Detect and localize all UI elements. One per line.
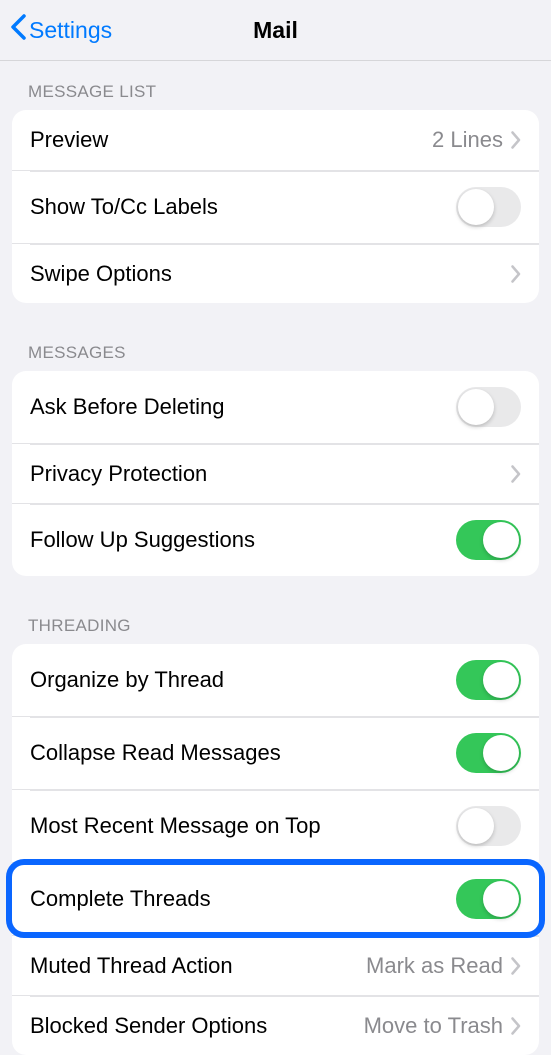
chevron-right-icon (511, 1017, 521, 1035)
row-detail: Mark as Read (366, 953, 503, 979)
toggle-organize-by-thread[interactable] (456, 660, 521, 700)
list-group-threading: Organize by Thread Collapse Read Message… (12, 644, 539, 1055)
row-follow-up-suggestions[interactable]: Follow Up Suggestions (12, 503, 539, 576)
row-label: Organize by Thread (30, 667, 456, 693)
row-accessory: Mark as Read (366, 953, 521, 979)
toggle-ask-before-deleting[interactable] (456, 387, 521, 427)
chevron-right-icon (511, 957, 521, 975)
row-label: Ask Before Deleting (30, 394, 456, 420)
row-accessory: Move to Trash (364, 1013, 521, 1039)
row-label: Privacy Protection (30, 461, 511, 487)
list-group-messages: Ask Before Deleting Privacy Protection F… (12, 371, 539, 576)
chevron-left-icon (10, 14, 27, 46)
row-label: Muted Thread Action (30, 953, 366, 979)
back-button[interactable]: Settings (10, 14, 112, 46)
list-group-message-list: Preview 2 Lines Show To/Cc Labels Swipe … (12, 110, 539, 303)
row-muted-thread-action[interactable]: Muted Thread Action Mark as Read (12, 935, 539, 995)
row-label: Follow Up Suggestions (30, 527, 456, 553)
row-label: Swipe Options (30, 261, 511, 287)
row-most-recent-on-top[interactable]: Most Recent Message on Top (12, 789, 539, 862)
toggle-show-tocc[interactable] (456, 187, 521, 227)
row-label: Show To/Cc Labels (30, 194, 456, 220)
row-label: Blocked Sender Options (30, 1013, 364, 1039)
row-ask-before-deleting[interactable]: Ask Before Deleting (12, 371, 539, 443)
row-organize-by-thread[interactable]: Organize by Thread (12, 644, 539, 716)
toggle-collapse-read-messages[interactable] (456, 733, 521, 773)
row-detail: Move to Trash (364, 1013, 503, 1039)
section-header-threading: Threading (0, 576, 551, 644)
chevron-right-icon (511, 265, 521, 283)
row-swipe-options[interactable]: Swipe Options (12, 243, 539, 303)
row-label: Collapse Read Messages (30, 740, 456, 766)
toggle-follow-up-suggestions[interactable] (456, 520, 521, 560)
row-complete-threads[interactable]: Complete Threads (12, 862, 539, 935)
back-label: Settings (29, 17, 112, 44)
section-header-messages: Messages (0, 303, 551, 371)
row-accessory (511, 265, 521, 283)
row-collapse-read-messages[interactable]: Collapse Read Messages (12, 716, 539, 789)
chevron-right-icon (511, 465, 521, 483)
toggle-most-recent-on-top[interactable] (456, 806, 521, 846)
row-accessory: 2 Lines (432, 127, 521, 153)
chevron-right-icon (511, 131, 521, 149)
toggle-complete-threads[interactable] (456, 879, 521, 919)
row-show-tocc[interactable]: Show To/Cc Labels (12, 170, 539, 243)
page-title: Mail (253, 17, 298, 44)
row-privacy-protection[interactable]: Privacy Protection (12, 443, 539, 503)
row-preview[interactable]: Preview 2 Lines (12, 110, 539, 170)
nav-bar: Settings Mail (0, 0, 551, 61)
row-label: Preview (30, 127, 432, 153)
row-blocked-sender-options[interactable]: Blocked Sender Options Move to Trash (12, 995, 539, 1055)
row-accessory (511, 465, 521, 483)
row-label: Most Recent Message on Top (30, 813, 456, 839)
row-label: Complete Threads (30, 886, 456, 912)
section-header-message-list: Message List (0, 61, 551, 110)
row-detail: 2 Lines (432, 127, 503, 153)
